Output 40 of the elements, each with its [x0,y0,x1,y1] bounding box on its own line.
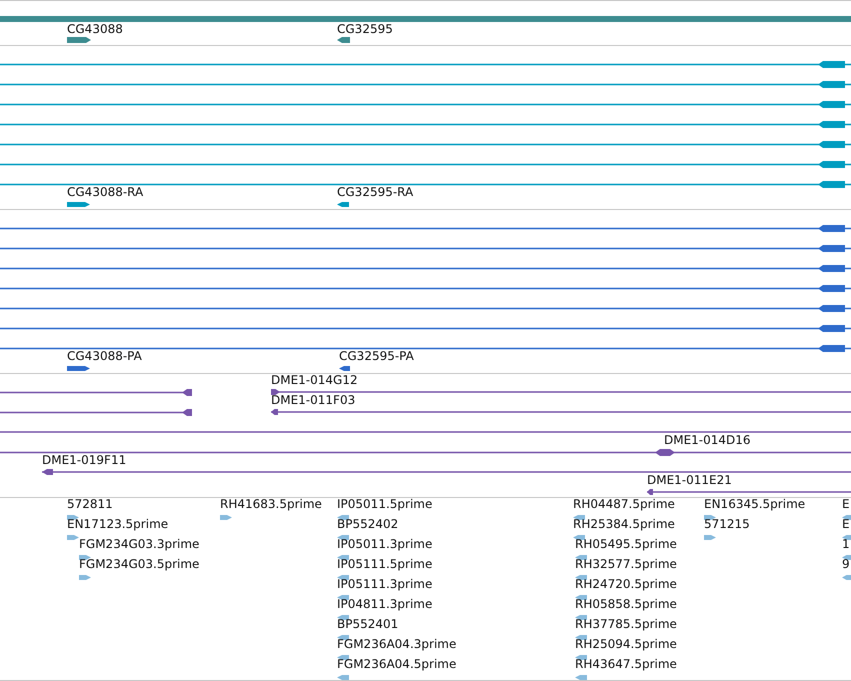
feature-label: RH05858.5prime [575,597,677,611]
feature-label: E [842,517,850,531]
feature-label: RH43647.5prime [575,657,677,671]
feature-label: EN16345.5prime [704,497,806,511]
feature-label: RH04487.5prime [573,497,675,511]
feature-label: CG43088-PA [67,349,142,363]
feature-label: DME1-014G12 [271,373,358,387]
feature-label: CG43088-RA [67,185,144,199]
feature-label: DME1-011F03 [271,393,356,407]
feature-label: BP552401 [337,617,398,631]
feature-label: CG32595 [337,22,393,36]
feature-label: 572811 [67,497,113,511]
feature-label: RH37785.5prime [575,617,677,631]
feature-label: DME1-014D16 [664,433,751,447]
feature-label: IP05011.3prime [337,537,432,551]
feature-label: DME1-011E21 [647,473,732,487]
feature-label: RH41683.5prime [220,497,322,511]
feature-label: CG32595-PA [339,349,414,363]
feature-label: FGM234G03.3prime [79,537,200,551]
feature-label: CG32595-RA [337,185,414,199]
feature-label: RH05495.5prime [575,537,677,551]
feature-label: RH25384.5prime [573,517,675,531]
feature-label: RH32577.5prime [575,557,677,571]
feature-label: E [842,497,850,511]
feature-label: CG43088 [67,22,123,36]
feature-label: FGM234G03.5prime [79,557,200,571]
feature-label: BP552402 [337,517,398,531]
feature-label: IP05111.5prime [337,557,432,571]
feature-label: 571215 [704,517,750,531]
feature-label: IP05111.3prime [337,577,432,591]
feature-label: IP04811.3prime [337,597,432,611]
feature-label: 9 [842,557,850,571]
feature-label: FGM236A04.3prime [337,637,456,651]
feature-label: DME1-019F11 [42,453,126,467]
feature-label: RH25094.5prime [575,637,677,651]
feature-label: RH24720.5prime [575,577,677,591]
feature-label: EN17123.5prime [67,517,168,531]
feature-label: FGM236A04.5prime [337,657,456,671]
feature-label: 1 [842,537,850,551]
feature-label: IP05011.5prime [337,497,432,511]
